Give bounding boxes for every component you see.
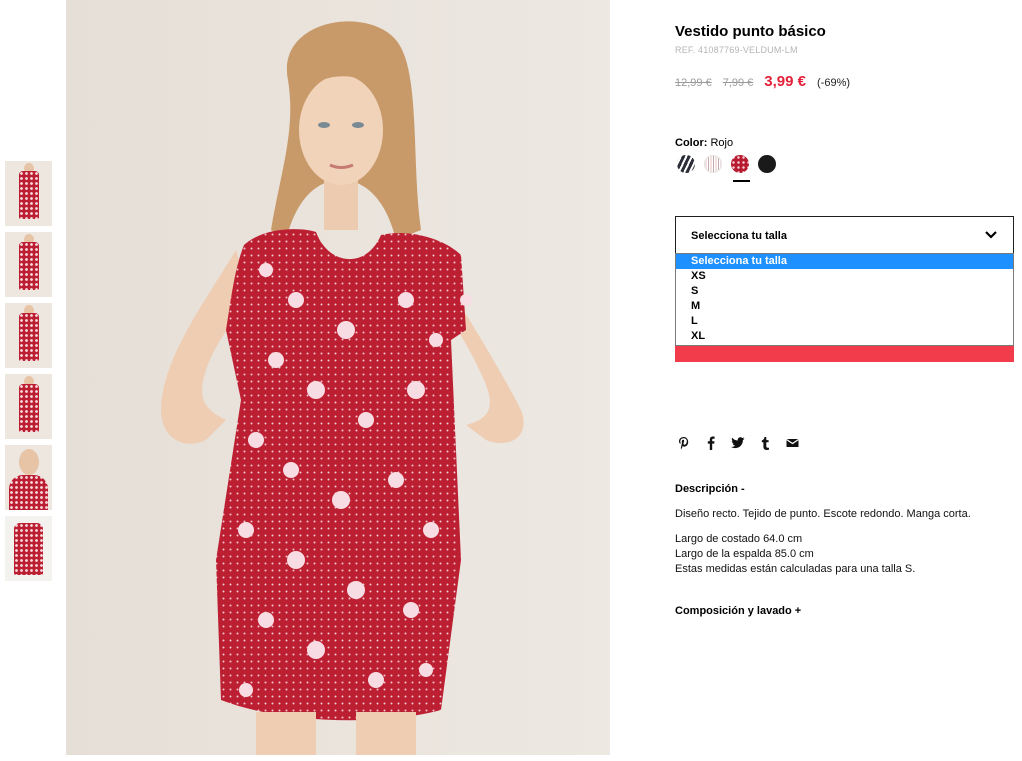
color-label-key: Color: (675, 137, 708, 149)
thumbnail-3[interactable] (5, 303, 52, 368)
discount-badge: (-69%) (817, 77, 851, 89)
size-option-l[interactable]: L (676, 314, 1013, 329)
color-swatches (677, 155, 785, 173)
product-title: Vestido punto básico (675, 23, 826, 40)
swatch-stripe-light[interactable] (704, 155, 722, 173)
size-option-m[interactable]: M (676, 299, 1013, 314)
color-value: Rojo (710, 137, 734, 149)
size-option-placeholder[interactable]: Selecciona tu talla (676, 254, 1013, 269)
color-label: Color: Rojo (675, 137, 733, 149)
product-reference: REF. 41087769-VELDUM-LM (675, 45, 798, 55)
description-toggle[interactable]: Descripción - (675, 483, 745, 495)
tumblr-icon[interactable] (758, 436, 772, 450)
thumbnail-4[interactable] (5, 374, 52, 439)
previous-price: 7,99 € (722, 77, 754, 89)
size-option-xs[interactable]: XS (676, 269, 1013, 284)
original-price: 12,99 € (675, 77, 712, 89)
selected-swatch-indicator (733, 180, 750, 182)
price-block: 12,99 € 7,99 € 3,99 € (-69%) (675, 73, 850, 90)
product-main-image[interactable] (66, 0, 610, 755)
twitter-icon[interactable] (731, 436, 745, 450)
measure-back-length: Largo de la espalda 85.0 cm (675, 548, 814, 560)
description-text: Diseño recto. Tejido de punto. Escote re… (675, 508, 971, 520)
pinterest-icon[interactable] (677, 436, 691, 450)
composition-toggle[interactable]: Composición y lavado + (675, 605, 801, 617)
size-select-value: Selecciona tu talla (691, 230, 787, 242)
swatch-stripe-dark[interactable] (677, 155, 695, 173)
thumbnail-1[interactable] (5, 161, 52, 226)
facebook-icon[interactable] (704, 436, 718, 450)
measure-side-length: Largo de costado 64.0 cm (675, 533, 803, 545)
size-option-s[interactable]: S (676, 284, 1013, 299)
sale-price: 3,99 € (764, 73, 807, 90)
chevron-down-icon (985, 231, 997, 239)
social-share (677, 436, 812, 450)
thumbnail-gallery (5, 161, 52, 587)
thumbnail-2[interactable] (5, 232, 52, 297)
measure-size-note: Estas medidas están calculadas para una … (675, 563, 916, 575)
swatch-black[interactable] (758, 155, 776, 173)
thumbnail-5[interactable] (5, 445, 52, 510)
size-option-xl[interactable]: XL (676, 329, 1013, 344)
swatch-red-selected[interactable] (731, 155, 749, 173)
measurements: Largo de costado 64.0 cm Largo de la esp… (675, 532, 915, 577)
thumbnail-6[interactable] (5, 516, 52, 581)
size-select[interactable]: Selecciona tu talla (675, 216, 1014, 254)
size-dropdown-list: Selecciona tu talla XS S M L XL (675, 253, 1014, 346)
email-icon[interactable] (785, 436, 799, 450)
